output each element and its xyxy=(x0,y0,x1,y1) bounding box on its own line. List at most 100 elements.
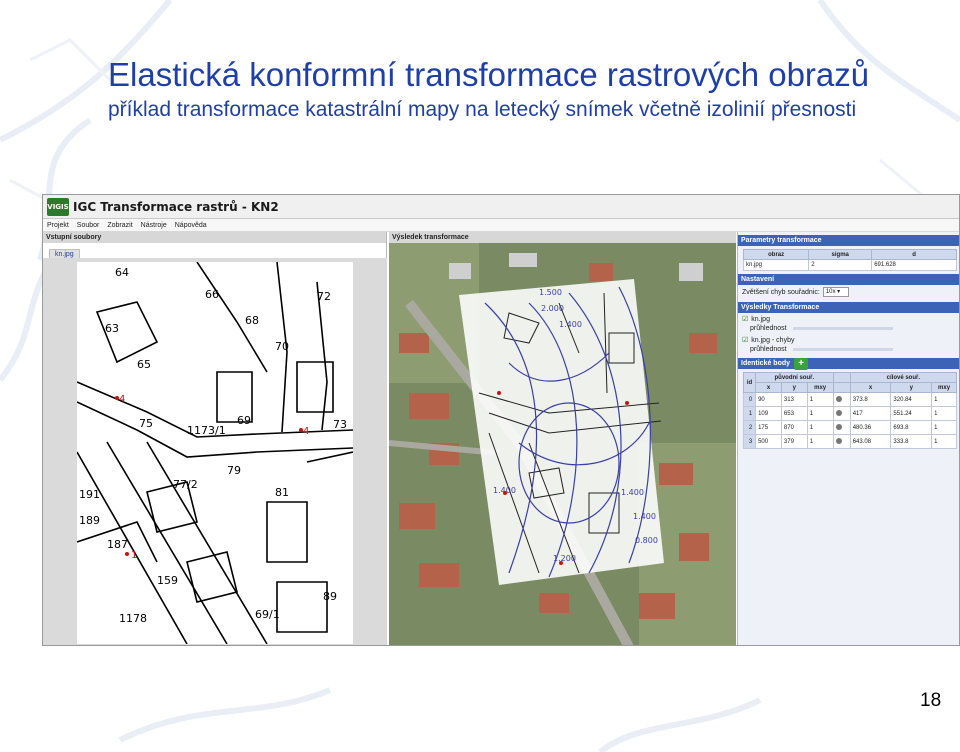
zoom-select[interactable]: 10x ▾ xyxy=(822,287,849,297)
source-x-input[interactable]: 109 xyxy=(755,406,782,421)
map-label: 89 xyxy=(323,590,337,603)
table-row: 1 109 653 1 417 551.24 1 xyxy=(742,406,957,421)
locate-icon[interactable] xyxy=(832,434,851,449)
locate-icon[interactable] xyxy=(832,392,851,407)
column-header: x xyxy=(755,382,782,393)
source-mxy-input[interactable]: 1 xyxy=(806,434,834,449)
source-y-input[interactable]: 653 xyxy=(780,406,808,421)
map-label: 77/2 xyxy=(173,478,198,491)
target-mxy-input[interactable]: 1 xyxy=(931,420,957,435)
control-point-marker[interactable] xyxy=(497,391,501,395)
menu-projekt[interactable]: Projekt xyxy=(47,222,69,229)
cadastral-map-viewer[interactable]: 64 66 68 63 70 72 65 69 1173/1 73 75 77/… xyxy=(43,258,387,645)
opacity-slider[interactable] xyxy=(792,327,893,330)
menu-napoveda[interactable]: Nápověda xyxy=(175,222,207,229)
map-label: 191 xyxy=(79,488,100,501)
control-point-marker[interactable] xyxy=(125,552,129,556)
map-label: 69/1 xyxy=(255,608,280,621)
checkbox-icon[interactable]: ☑ xyxy=(742,315,748,323)
column-header: y xyxy=(780,382,808,393)
app-title: IGC Transformace rastrů - KN2 xyxy=(73,199,279,214)
column-header: d xyxy=(871,249,957,260)
target-y-input[interactable]: 693.8 xyxy=(890,420,933,435)
table-row: 0 90 313 1 373.8 320.84 1 xyxy=(742,392,957,407)
source-x-input[interactable]: 500 xyxy=(755,434,782,449)
source-x-input[interactable]: 90 xyxy=(755,392,782,407)
target-x-input[interactable]: 643.08 xyxy=(849,434,892,449)
page-number: 18 xyxy=(920,690,942,711)
map-label: 1173/1 xyxy=(187,424,226,437)
point-id: 0 xyxy=(742,392,757,407)
map-label: 79 xyxy=(227,464,241,477)
target-x-input[interactable]: 417 xyxy=(849,406,892,421)
target-mxy-input[interactable]: 1 xyxy=(931,406,957,421)
result-layer-item[interactable]: ☑ kn.jpg - chyby xyxy=(738,334,959,346)
group-header-target: cílové souř. xyxy=(849,372,958,383)
point-id: 1 xyxy=(742,406,757,421)
zoom-value: 10x xyxy=(825,289,836,295)
control-point-marker[interactable] xyxy=(559,561,563,565)
column-header: mxy xyxy=(806,382,834,393)
menu-nastroje[interactable]: Nástroje xyxy=(141,222,167,229)
map-label: 64 xyxy=(115,266,129,279)
identical-points-title: Identické body xyxy=(741,360,791,367)
locate-icon[interactable] xyxy=(832,406,851,421)
opacity-slider[interactable] xyxy=(792,348,893,351)
menu-soubor[interactable]: Soubor xyxy=(77,222,100,229)
source-mxy-input[interactable]: 1 xyxy=(806,392,834,407)
map-label: 68 xyxy=(245,314,259,327)
target-y-input[interactable]: 320.84 xyxy=(890,392,933,407)
results-header: Výsledky Transformace xyxy=(738,302,959,313)
control-point-marker[interactable] xyxy=(115,396,119,400)
column-header: obraz xyxy=(742,249,810,260)
map-label: 1178 xyxy=(119,612,147,625)
target-x-input[interactable]: 373.8 xyxy=(849,392,892,407)
isoline-label: 1.400 xyxy=(559,320,582,329)
target-x-input[interactable]: 480.36 xyxy=(849,420,892,435)
source-y-input[interactable]: 379 xyxy=(780,434,808,449)
map-label: 189 xyxy=(79,514,100,527)
result-layer-item[interactable]: ☑ kn.jpg xyxy=(738,313,959,325)
app-logo: VIGIS xyxy=(47,197,69,216)
slide-title: Elastická konformní transformace rastrov… xyxy=(108,56,870,93)
source-y-input[interactable]: 313 xyxy=(780,392,808,407)
isoline-label: 1.200 xyxy=(553,554,576,563)
zoom-setting-row: Zvětšení chyb souřadnic: 10x ▾ xyxy=(738,285,959,299)
source-x-input[interactable]: 175 xyxy=(755,420,782,435)
menu-zobrazit[interactable]: Zobrazit xyxy=(107,222,132,229)
isoline-label: 1.400 xyxy=(633,512,656,521)
aerial-photo-viewer[interactable]: 1.500 2.000 1.400 1.400 1.400 1.400 1.20… xyxy=(389,243,736,645)
isoline-label: 2.000 xyxy=(541,304,564,313)
menu-bar: Projekt Soubor Zobrazit Nástroje Nápověd… xyxy=(43,219,959,232)
target-y-input[interactable]: 551.24 xyxy=(890,406,933,421)
column-header: y xyxy=(890,382,933,393)
locate-icon[interactable] xyxy=(832,420,851,435)
target-y-input[interactable]: 333.8 xyxy=(890,434,933,449)
table-row: kn.jpg 2 691.628 xyxy=(742,259,957,271)
map-label: 75 xyxy=(139,417,153,430)
map-label: 70 xyxy=(275,340,289,353)
opacity-label: průhlednost xyxy=(750,346,787,353)
control-point-marker[interactable] xyxy=(503,491,507,495)
identical-points-header: Identické body + xyxy=(738,357,959,370)
control-point-marker[interactable] xyxy=(299,428,303,432)
target-mxy-input[interactable]: 1 xyxy=(931,434,957,449)
opacity-row: průhlednost xyxy=(738,325,959,334)
opacity-label: průhlednost xyxy=(750,325,787,332)
map-label: 63 xyxy=(105,322,119,335)
control-point-marker[interactable] xyxy=(625,401,629,405)
isoline-label: 1.500 xyxy=(539,288,562,297)
target-mxy-input[interactable]: 1 xyxy=(931,392,957,407)
source-mxy-input[interactable]: 1 xyxy=(806,420,834,435)
column-header: x xyxy=(849,382,892,393)
control-point-label: 4 xyxy=(303,426,309,437)
source-y-input[interactable]: 870 xyxy=(780,420,808,435)
aerial-photo: 1.500 2.000 1.400 1.400 1.400 1.400 1.20… xyxy=(389,243,736,645)
cadastral-map: 64 66 68 63 70 72 65 69 1173/1 73 75 77/… xyxy=(77,262,353,644)
result-layer-label: kn.jpg - chyby xyxy=(751,336,795,344)
control-point-label: 1 xyxy=(131,550,137,561)
add-point-button[interactable]: + xyxy=(794,357,809,370)
source-mxy-input[interactable]: 1 xyxy=(806,406,834,421)
checkbox-icon[interactable]: ☑ xyxy=(742,336,748,344)
sigma-input[interactable]: 2 xyxy=(808,259,873,271)
